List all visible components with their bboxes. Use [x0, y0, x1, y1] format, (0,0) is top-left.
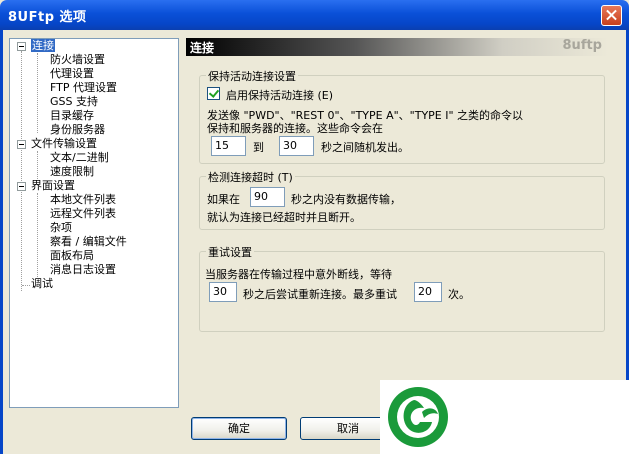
keepalive-max-field[interactable]: 30	[279, 136, 314, 156]
keepalive-checkbox-label[interactable]: 启用保持活动连接 (E)	[226, 87, 333, 103]
collapse-icon[interactable]	[17, 182, 26, 191]
timeout-prefix: 如果在	[207, 193, 240, 206]
timeout-seconds-field[interactable]: 90	[250, 187, 285, 207]
tree-item-ftp-proxy[interactable]: FTP 代理设置	[50, 81, 117, 95]
window-title: 8UFtp 选项	[8, 10, 87, 25]
tree-item-firewall[interactable]: 防火墙设置	[50, 53, 105, 67]
tree-item-dir-cache[interactable]: 目录缓存	[50, 109, 94, 123]
collapse-icon[interactable]	[17, 42, 26, 51]
keepalive-min-field[interactable]: 15	[211, 136, 246, 156]
settings-tree[interactable]: 连接 防火墙设置 代理设置 FTP 代理设置 GSS 支持 目录缓存 身份服务器…	[9, 38, 179, 408]
retry-middle-text: 秒之后尝试重新连接。最多重试	[243, 288, 397, 301]
tree-item-local-list[interactable]: 本地文件列表	[50, 193, 116, 207]
tree-item-panel-layout[interactable]: 面板布局	[50, 249, 94, 263]
title-bar: 8UFtp 选项	[0, 0, 629, 30]
timeout-legend[interactable]: 检测连接超时 (T)	[206, 169, 295, 185]
timeout-description: 就认为连接已经超时并且断开。	[207, 211, 361, 224]
keepalive-suffix: 秒之间随机发出。	[321, 141, 409, 154]
keepalive-description-2: 保持和服务器的连接。这些命令会在	[207, 122, 383, 135]
keepalive-checkbox[interactable]	[207, 87, 220, 100]
logo-icon	[388, 387, 448, 447]
timeout-suffix: 秒之内没有数据传输，	[291, 193, 401, 206]
tree-item-speed-limit[interactable]: 速度限制	[50, 165, 94, 179]
retry-count-field[interactable]: 20	[414, 282, 442, 302]
tree-item-remote-list[interactable]: 远程文件列表	[50, 207, 116, 221]
keepalive-to-label: 到	[253, 141, 264, 154]
ok-button[interactable]: 确定	[191, 417, 287, 440]
panel-header: 连接 8uftp	[186, 38, 608, 56]
retry-delay-field[interactable]: 30	[209, 282, 237, 302]
tree-item-ident-server[interactable]: 身份服务器	[50, 123, 105, 137]
tree-item-connection[interactable]: 连接	[31, 39, 55, 53]
collapse-icon[interactable]	[17, 140, 26, 149]
tree-item-view-edit[interactable]: 察看 / 编辑文件	[50, 235, 127, 249]
tree-item-debug[interactable]: 调试	[31, 277, 53, 291]
tree-item-gss[interactable]: GSS 支持	[50, 95, 98, 109]
tree-item-misc[interactable]: 杂项	[50, 221, 72, 235]
tree-item-interface[interactable]: 界面设置	[31, 179, 75, 193]
tree-item-text-binary[interactable]: 文本/二进制	[50, 151, 109, 165]
retry-description: 当服务器在传输过程中意外断线，等待	[205, 268, 392, 281]
keepalive-legend: 保持活动连接设置	[206, 68, 298, 84]
panel-title: 连接	[190, 41, 215, 55]
close-button[interactable]	[601, 5, 622, 26]
retry-legend: 重试设置	[206, 244, 254, 260]
tree-item-proxy[interactable]: 代理设置	[50, 67, 94, 81]
retry-suffix: 次。	[448, 288, 470, 301]
tree-item-transfer[interactable]: 文件传输设置	[31, 137, 97, 151]
brand-label: 8uftp	[562, 38, 602, 53]
tree-item-message-log[interactable]: 消息日志设置	[50, 263, 116, 277]
watermark-logo	[380, 380, 629, 454]
